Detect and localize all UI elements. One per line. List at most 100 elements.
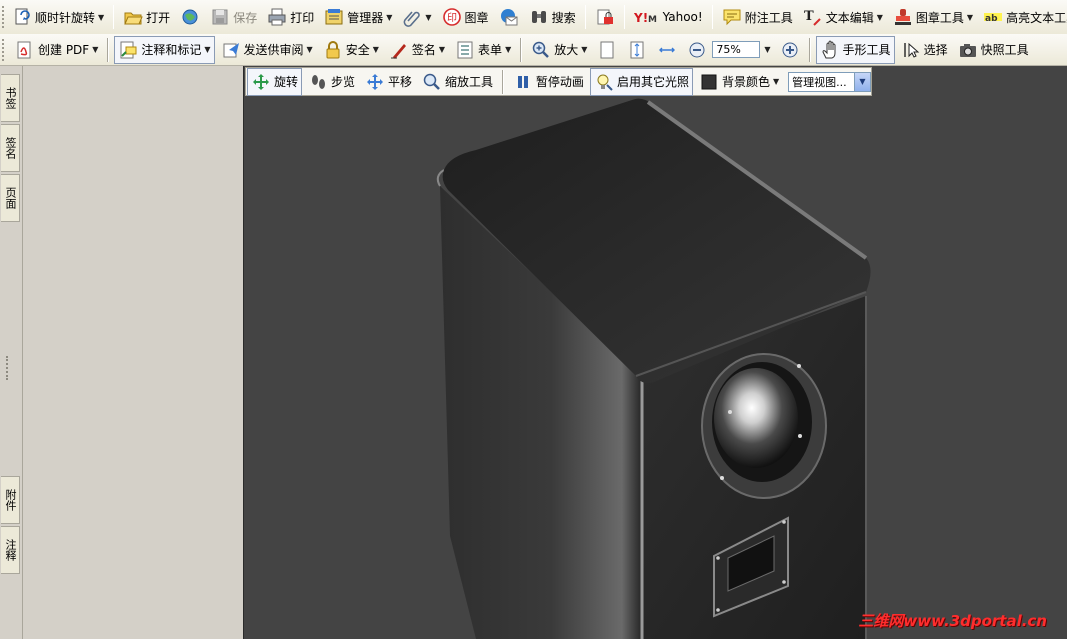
security-button[interactable]: 安全 ▼ bbox=[319, 36, 383, 64]
forms-button[interactable]: 表单 ▼ bbox=[451, 36, 515, 64]
tab-bookmarks[interactable]: 书签 bbox=[1, 74, 20, 122]
rotate-clockwise-button[interactable]: 顺时针旋转 ▼ bbox=[8, 3, 108, 31]
sticky-note-button[interactable]: 附注工具 bbox=[718, 3, 797, 31]
chevron-down-icon[interactable]: ▼ bbox=[307, 45, 313, 54]
chevron-down-icon[interactable]: ▼ bbox=[967, 13, 973, 22]
chevron-down-icon[interactable]: ▼ bbox=[373, 45, 379, 54]
chevron-down-icon[interactable]: ▼ bbox=[581, 45, 587, 54]
zoom-in-label: 放大 bbox=[554, 43, 579, 57]
chevron-down-icon[interactable]: ▼ bbox=[505, 45, 511, 54]
print-label: 打印 bbox=[290, 10, 315, 25]
actual-size-button[interactable] bbox=[593, 36, 621, 64]
tab-signatures[interactable]: 签名 bbox=[1, 124, 20, 172]
zoom-in-button[interactable]: 放大 ▼ bbox=[527, 36, 591, 64]
chevron-down-icon[interactable]: ▼ bbox=[204, 45, 210, 54]
lightbulb-icon bbox=[594, 72, 614, 92]
create-pdf-label: 创建 PDF bbox=[38, 43, 90, 57]
zoom-out-button[interactable] bbox=[683, 36, 711, 64]
3d-viewport[interactable] bbox=[244, 66, 1067, 639]
select-button[interactable]: 选择 bbox=[897, 36, 952, 64]
yahoo-button[interactable]: Y! M Yahoo! bbox=[630, 3, 707, 31]
3d-zoom-tool-button[interactable]: 缩放工具 bbox=[418, 68, 497, 96]
3d-toolbar: 旋转 步览 平移 缩放工具 暂停动画 启用其它光照 背景颜色 ▼ 管理视图...… bbox=[245, 67, 872, 96]
site-watermark: 三维网www.3dportal.cn bbox=[858, 612, 1047, 630]
magnifier-icon bbox=[422, 72, 442, 92]
chevron-down-icon[interactable]: ▼ bbox=[773, 77, 779, 86]
separator bbox=[520, 37, 523, 62]
hand-tool-label: 手形工具 bbox=[842, 43, 891, 57]
extra-lighting-button[interactable]: 启用其它光照 bbox=[589, 67, 693, 96]
tab-attachments[interactable]: 附件 bbox=[1, 476, 20, 524]
zoom-level-input[interactable]: 75% bbox=[712, 41, 761, 58]
separator bbox=[711, 5, 713, 29]
pause-animation-button[interactable]: 暂停动画 bbox=[509, 68, 588, 96]
attachments-tab-label: 附件 bbox=[4, 489, 17, 511]
tab-comments[interactable]: 注释 bbox=[1, 526, 20, 574]
organizer-icon bbox=[324, 7, 344, 27]
highlight-text-button[interactable]: ab 高亮文本工具 bbox=[979, 3, 1067, 31]
open-label: 打开 bbox=[146, 10, 171, 25]
page-edge bbox=[243, 66, 244, 639]
3d-pan-button[interactable]: 平移 bbox=[361, 68, 416, 96]
zoom-dropdown-icon[interactable]: ▼ bbox=[764, 45, 770, 54]
search-button[interactable]: 搜索 bbox=[525, 3, 580, 31]
background-color-button[interactable]: 背景颜色 ▼ bbox=[695, 68, 783, 96]
chevron-down-icon[interactable]: ▼ bbox=[425, 13, 431, 22]
rotate-arrows-icon bbox=[251, 72, 271, 92]
chevron-down-icon[interactable]: ▼ bbox=[386, 13, 392, 22]
stamp-tool-button[interactable]: 图章工具 ▼ bbox=[889, 3, 977, 31]
save-button[interactable]: 保存 bbox=[206, 3, 261, 31]
organizer-button[interactable]: 管理器 ▼ bbox=[320, 3, 396, 31]
print-button[interactable]: 打印 bbox=[263, 3, 318, 31]
secure-button[interactable] bbox=[591, 3, 619, 31]
open-button[interactable]: 打开 bbox=[119, 3, 174, 31]
3d-rotate-label: 旋转 bbox=[274, 75, 299, 89]
share-button[interactable] bbox=[176, 3, 204, 31]
lock-document-icon bbox=[595, 7, 615, 27]
chevron-down-icon[interactable]: ▼ bbox=[854, 72, 870, 91]
manage-views-select[interactable]: 管理视图... ▼ bbox=[788, 71, 871, 92]
3d-rotate-button[interactable]: 旋转 bbox=[247, 67, 303, 96]
stamp-button[interactable]: 印 图章 bbox=[438, 3, 493, 31]
zoom-plus-button[interactable] bbox=[776, 36, 804, 64]
send-review-icon bbox=[221, 40, 241, 60]
3d-walk-label: 步览 bbox=[331, 75, 356, 89]
minus-circle-icon bbox=[687, 40, 707, 60]
speech-note-icon bbox=[722, 7, 742, 27]
save-label: 保存 bbox=[233, 10, 258, 25]
attach-button[interactable]: ▼ bbox=[398, 3, 435, 31]
signatures-tab-label: 签名 bbox=[4, 137, 17, 159]
organizer-label: 管理器 bbox=[347, 10, 384, 25]
send-for-review-button[interactable]: 发送供审阅 ▼ bbox=[217, 36, 317, 64]
chevron-down-icon[interactable]: ▼ bbox=[98, 13, 104, 22]
yahoo-label: Yahoo! bbox=[662, 10, 703, 24]
email-button[interactable] bbox=[495, 3, 523, 31]
chevron-down-icon[interactable]: ▼ bbox=[92, 45, 98, 54]
floppy-disk-icon bbox=[210, 7, 230, 27]
3d-walk-button[interactable]: 步览 bbox=[304, 68, 359, 96]
pen-sign-icon bbox=[389, 40, 409, 60]
panel-splitter-grip[interactable] bbox=[6, 356, 14, 380]
toolbar-grip[interactable] bbox=[2, 38, 7, 61]
security-label: 安全 bbox=[345, 43, 370, 57]
chevron-down-icon[interactable]: ▼ bbox=[439, 45, 445, 54]
document-pane bbox=[23, 66, 1067, 639]
fit-width-button[interactable] bbox=[653, 36, 681, 64]
fit-page-button[interactable] bbox=[623, 36, 651, 64]
toolbar-grip[interactable] bbox=[2, 6, 4, 28]
globe-share-icon bbox=[180, 7, 200, 27]
fit-page-icon bbox=[627, 40, 647, 60]
comment-markup-button[interactable]: 注释和标记 ▼ bbox=[114, 35, 215, 64]
speaker-3d-model[interactable] bbox=[244, 66, 1067, 639]
hand-tool-button[interactable]: 手形工具 bbox=[815, 35, 895, 64]
bookmarks-tab-label: 书签 bbox=[4, 87, 17, 109]
tab-pages[interactable]: 页面 bbox=[1, 174, 20, 222]
sticky-note-label: 附注工具 bbox=[744, 10, 793, 25]
svg-text:印: 印 bbox=[447, 12, 457, 24]
separator bbox=[808, 37, 811, 62]
snapshot-button[interactable]: 快照工具 bbox=[954, 36, 1033, 64]
create-pdf-button[interactable]: 创建 PDF ▼ bbox=[11, 36, 102, 64]
text-edit-button[interactable]: T 文本编辑 ▼ bbox=[799, 3, 887, 31]
sign-button[interactable]: 签名 ▼ bbox=[385, 36, 449, 64]
chevron-down-icon[interactable]: ▼ bbox=[877, 13, 883, 22]
